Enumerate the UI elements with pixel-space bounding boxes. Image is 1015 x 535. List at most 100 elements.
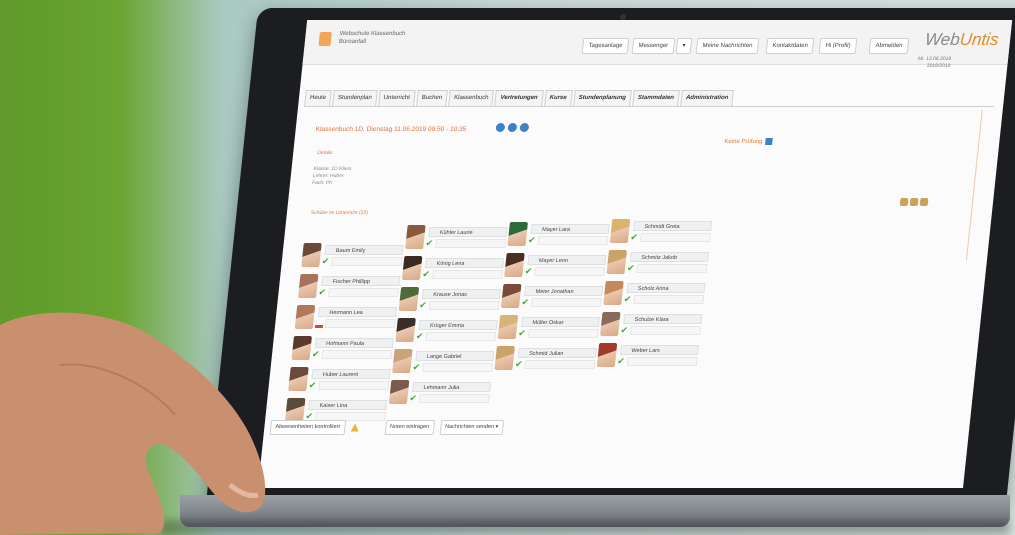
noten-button[interactable]: Noten eintragen	[384, 420, 435, 435]
student-note-field[interactable]	[630, 326, 702, 335]
print-icon[interactable]	[899, 198, 909, 206]
student-note-field[interactable]	[636, 264, 708, 273]
student-card[interactable]: König Lena ✔	[401, 256, 507, 282]
keine-pruefung-link[interactable]: Keine Prüfung	[724, 138, 773, 145]
details-toggle[interactable]: Details	[317, 150, 333, 157]
present-check-icon[interactable]: ✔	[318, 287, 327, 297]
student-card[interactable]: Kühler Laurie ✔	[405, 225, 510, 251]
student-card[interactable]: Schulze Klara ✔	[599, 312, 705, 338]
student-photo	[507, 222, 528, 246]
tab-unterricht[interactable]: Unterricht	[377, 90, 416, 106]
next-icon[interactable]	[519, 123, 530, 132]
logout-button[interactable]: Abmelden	[868, 38, 910, 54]
student-note-field[interactable]	[534, 267, 606, 276]
student-note-field[interactable]	[328, 288, 400, 297]
student-card[interactable]: Krüger Emma ✔	[395, 318, 500, 344]
student-card[interactable]: Krause Jonas ✔	[398, 287, 503, 313]
present-check-icon[interactable]: ✔	[308, 380, 317, 390]
tab-vertretungen[interactable]: Vertretungen	[494, 90, 544, 106]
student-note-field[interactable]	[321, 350, 393, 359]
hand-image	[0, 312, 266, 535]
student-card[interactable]: Meier Jonathan ✔	[500, 284, 606, 310]
student-card[interactable]: Fischer Phillipp ✔	[297, 274, 403, 300]
tab-administration[interactable]: Administration	[680, 90, 735, 106]
student-card[interactable]: Scholz Anna ✔	[603, 281, 708, 307]
student-card[interactable]: Hofmann Paula ✔	[291, 336, 396, 362]
student-note-field[interactable]	[639, 233, 711, 242]
messenger-button[interactable]: Messenger	[631, 38, 675, 54]
student-card[interactable]: Mayer Leon ✔	[504, 253, 609, 279]
student-photo	[606, 250, 628, 274]
student-note-field[interactable]	[435, 239, 507, 248]
student-note-field[interactable]	[531, 298, 602, 307]
student-name: Kaiser Lina	[308, 400, 388, 410]
messenger-dropdown[interactable]: ▾	[675, 38, 693, 54]
present-check-icon[interactable]: ✔	[415, 331, 424, 341]
present-check-icon[interactable]: ✔	[623, 294, 632, 304]
laptop-screen: Webschule Klassenbuch Büroanfall Tagesan…	[258, 20, 1013, 488]
kontaktdaten-button[interactable]: Kontaktdaten	[765, 38, 815, 54]
present-check-icon[interactable]: ✔	[620, 325, 629, 335]
tab-stundenplan[interactable]: Stundenplan	[332, 90, 378, 106]
student-card[interactable]: Schmid Julian ✔	[494, 346, 599, 372]
student-card[interactable]: Lehmann Julia ✔	[388, 380, 494, 406]
present-check-icon[interactable]: ✔	[422, 269, 431, 279]
student-note-field[interactable]	[524, 360, 596, 369]
present-check-icon[interactable]: ✔	[627, 263, 636, 273]
tagesanlage-button[interactable]: Tagesanlage	[581, 38, 630, 54]
student-card[interactable]: Schmitz Jakob ✔	[606, 250, 711, 276]
prev-icon[interactable]	[495, 123, 506, 132]
student-note-field[interactable]	[431, 270, 503, 279]
present-check-icon[interactable]: ✔	[524, 266, 533, 276]
student-note-field[interactable]	[428, 301, 500, 310]
tab-klassenbuch[interactable]: Klassenbuch	[448, 90, 495, 106]
student-note-field[interactable]	[318, 381, 390, 390]
profile-button[interactable]: Hi (Profil)	[818, 38, 858, 54]
student-card[interactable]: Huber Laurent ✔	[288, 367, 393, 393]
student-photo	[603, 281, 624, 305]
present-check-icon[interactable]: ✔	[412, 362, 421, 372]
present-check-icon[interactable]: ✔	[617, 356, 626, 366]
edit-icon[interactable]	[765, 138, 773, 145]
present-check-icon[interactable]: ✔	[515, 359, 524, 369]
student-note-field[interactable]	[626, 357, 698, 366]
student-note-field[interactable]	[324, 319, 396, 328]
refresh-icon[interactable]	[507, 123, 518, 132]
present-check-icon[interactable]: ✔	[528, 235, 537, 245]
present-check-icon[interactable]: ✔	[518, 328, 527, 338]
student-card[interactable]: Müller Oskar ✔	[497, 315, 602, 341]
student-card[interactable]: Weber Lars ✔	[596, 343, 702, 369]
settings-icon[interactable]	[919, 198, 929, 206]
student-card[interactable]: Mayer Lara ✔	[507, 222, 612, 248]
student-note-field[interactable]	[331, 257, 403, 266]
student-note-field[interactable]	[633, 295, 705, 304]
present-check-icon[interactable]: ✔	[419, 300, 428, 310]
tab-heute[interactable]: Heute	[304, 90, 332, 106]
present-check-icon[interactable]: ✔	[321, 256, 330, 266]
students-toggle[interactable]: Schüler im Unterricht (22)	[310, 210, 369, 217]
present-check-icon[interactable]: ✔	[409, 393, 418, 403]
present-check-icon[interactable]: ✔	[630, 232, 639, 242]
student-note-field[interactable]	[425, 332, 497, 341]
present-check-icon[interactable]: ✔	[312, 349, 321, 359]
present-check-icon[interactable]: ✔	[425, 238, 434, 248]
student-name: König Lena	[425, 258, 505, 268]
tab-stundenplanung[interactable]: Stundenplanung	[572, 90, 632, 106]
present-check-icon[interactable]: ✔	[521, 297, 530, 307]
nachrichten-senden-button[interactable]: Nachrichten senden ▾	[439, 420, 505, 435]
tab-buchen[interactable]: Buchen	[415, 90, 448, 106]
tab-stammdaten[interactable]: Stammdaten	[632, 90, 680, 106]
tab-kurse[interactable]: Kurse	[543, 90, 573, 106]
student-note-field[interactable]	[537, 236, 609, 245]
student-name: Meier Jonathan	[524, 286, 604, 296]
present-check-icon[interactable]	[314, 325, 324, 328]
student-card[interactable]: Baum Emily ✔	[301, 243, 406, 269]
student-card[interactable]: Hermann Lea	[294, 305, 400, 331]
student-note-field[interactable]	[418, 394, 490, 403]
group-icon[interactable]	[909, 198, 919, 206]
student-note-field[interactable]	[422, 363, 494, 372]
student-note-field[interactable]	[527, 329, 599, 338]
nachrichten-button[interactable]: Meine Nachrichten	[695, 38, 760, 54]
student-card[interactable]: Schmidt Greta ✔	[609, 219, 715, 245]
student-card[interactable]: Lange Gabriel ✔	[392, 349, 497, 375]
